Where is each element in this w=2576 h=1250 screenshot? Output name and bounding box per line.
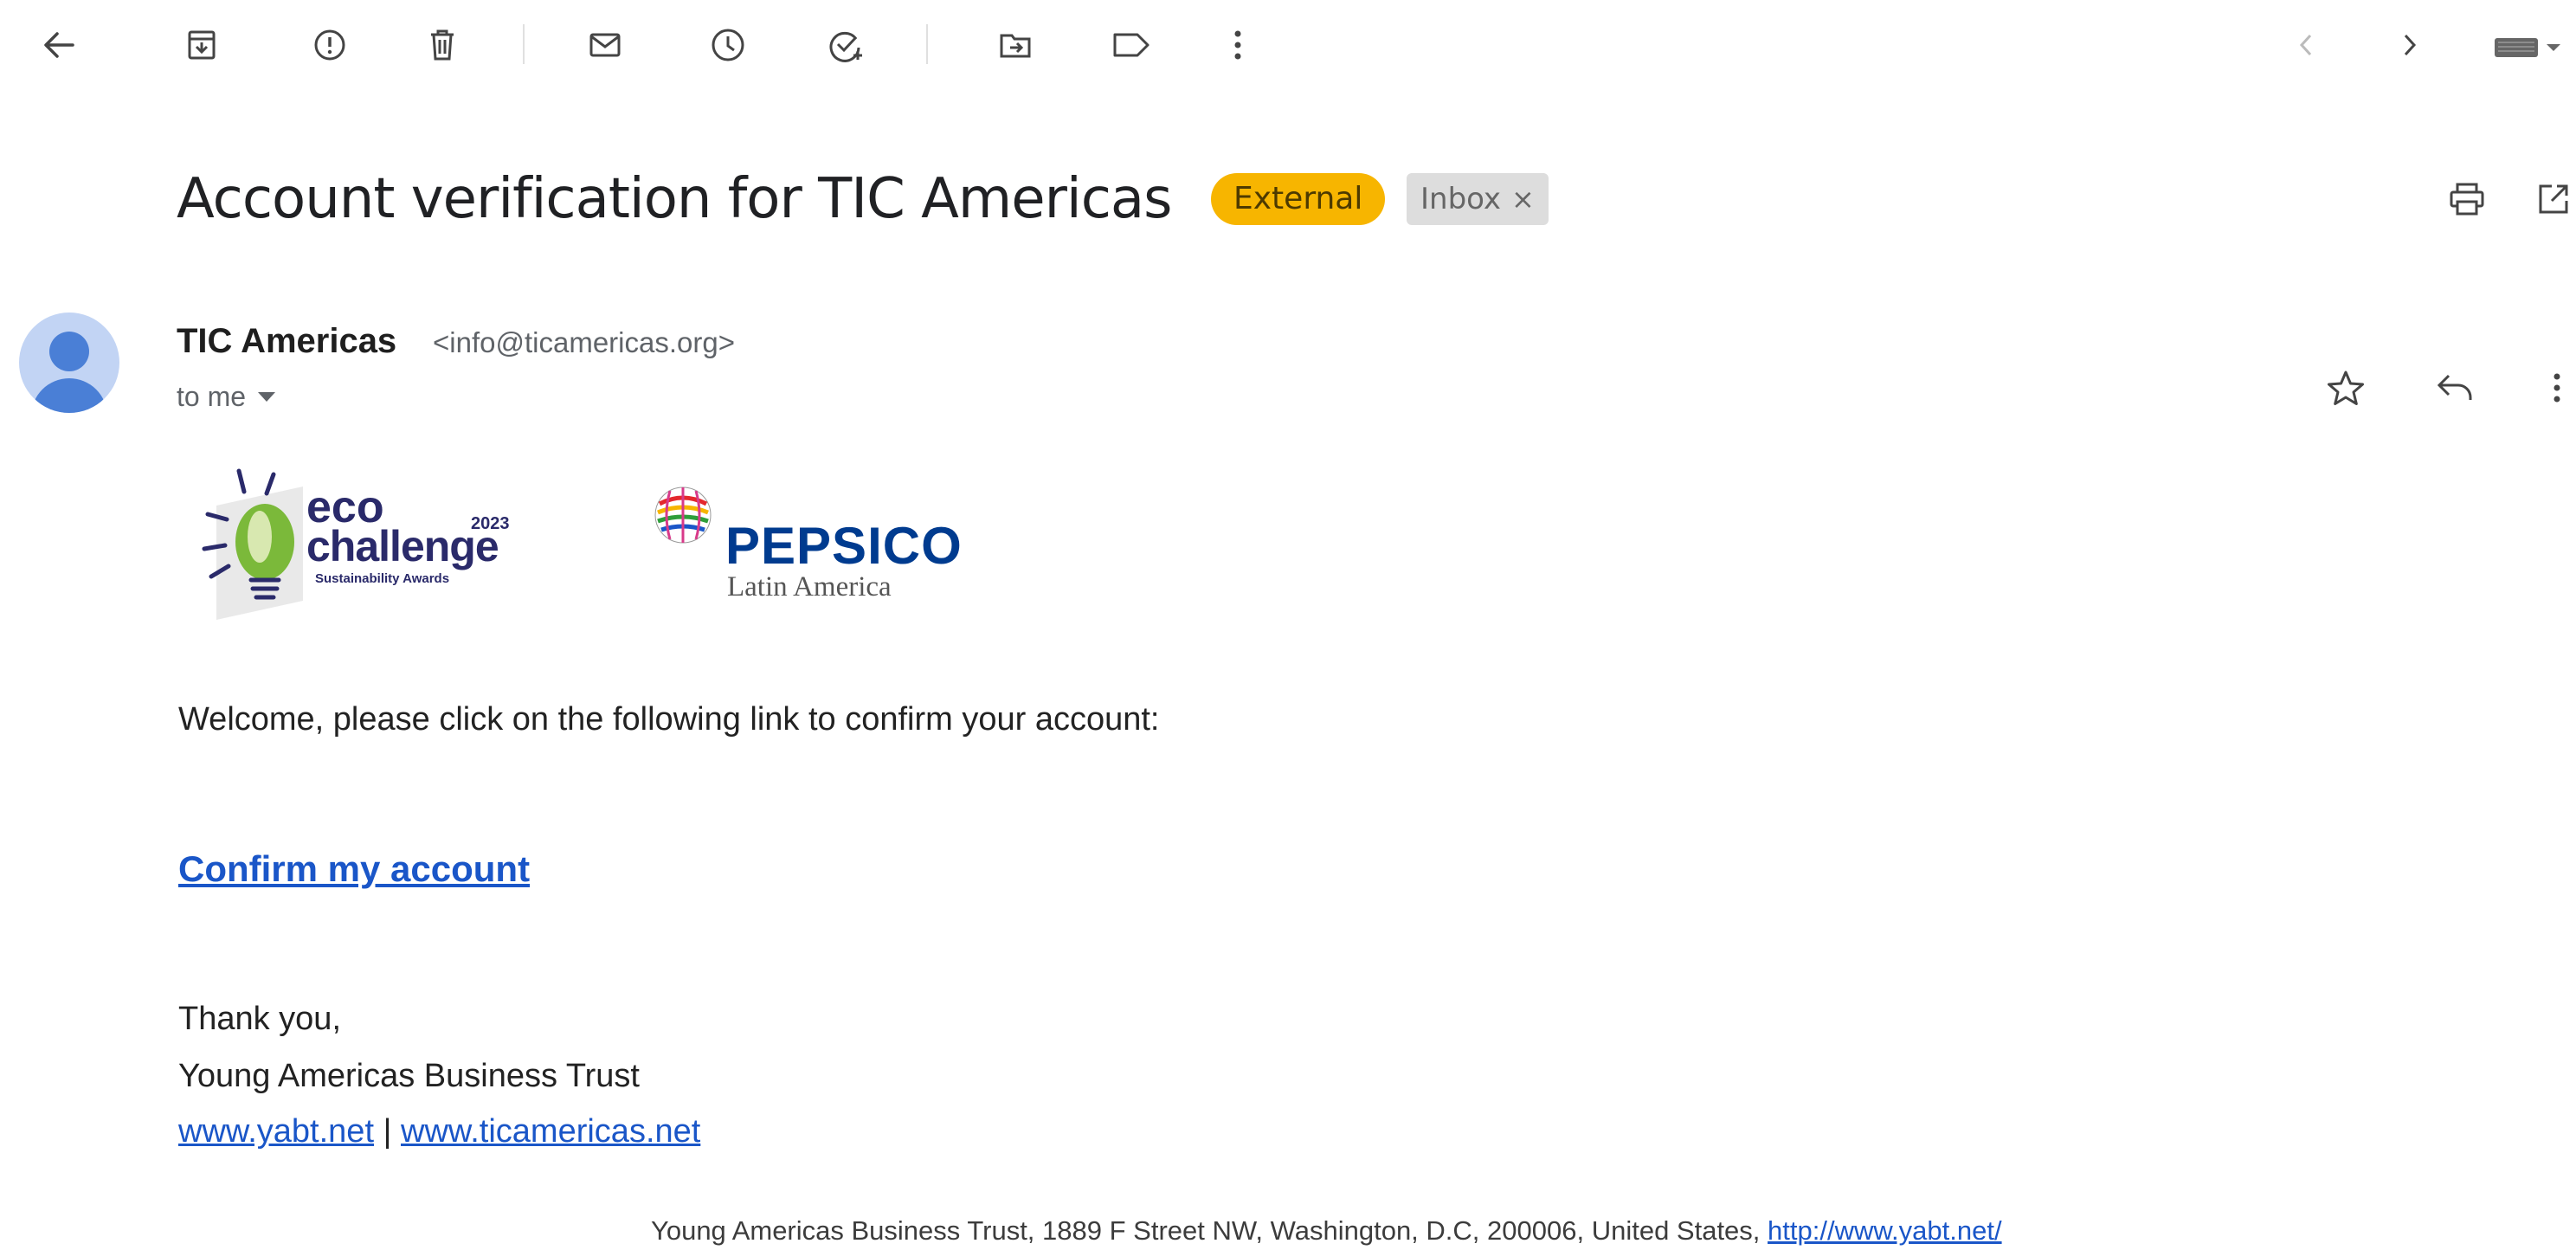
pepsico-logo-region: Latin America [727, 571, 892, 602]
move-to-icon[interactable] [985, 19, 1046, 71]
footer-address: Young Americas Business Trust, 1889 F St… [651, 1215, 2002, 1247]
ticamericas-link[interactable]: www.ticamericas.net [401, 1113, 700, 1150]
footer-url-link[interactable]: http://www.yabt.net/ [1768, 1215, 2002, 1246]
keyboard-icon[interactable] [2486, 23, 2569, 69]
eco-challenge-logo: eco 2023 challenge Sustainability Awards [190, 462, 519, 623]
prev-icon[interactable] [2282, 19, 2330, 71]
avatar [19, 312, 119, 413]
signature-org: Young Americas Business Trust [178, 1058, 640, 1094]
footer-address-text: Young Americas Business Trust, 1889 F St… [651, 1215, 1761, 1246]
back-arrow-icon[interactable] [24, 19, 93, 71]
toolbar-divider [926, 24, 928, 64]
external-label-chip: External [1211, 173, 1386, 225]
recipient-label: to me [177, 381, 247, 412]
toolbar-divider [523, 24, 525, 64]
more-vert-icon[interactable] [2538, 362, 2576, 414]
more-vert-icon[interactable] [1214, 19, 1262, 71]
external-label-text: External [1233, 181, 1363, 216]
sender-email: <info@ticamericas.org> [433, 326, 735, 358]
add-task-icon[interactable] [815, 19, 876, 71]
inbox-label-chip[interactable]: Inbox × [1407, 173, 1549, 225]
archive-icon[interactable] [171, 19, 232, 71]
print-icon[interactable] [2439, 171, 2495, 227]
delete-icon[interactable] [412, 19, 473, 71]
eco-logo-tagline: Sustainability Awards [315, 571, 450, 586]
star-icon[interactable] [2320, 362, 2372, 414]
thanks-text: Thank you, [178, 1001, 341, 1037]
remove-label-button[interactable]: × [1511, 183, 1535, 216]
welcome-text: Welcome, please click on the following l… [178, 701, 1160, 738]
mark-unread-icon[interactable] [575, 19, 635, 71]
sender-name[interactable]: TIC Americas [177, 322, 396, 361]
reply-icon[interactable] [2429, 362, 2481, 414]
inbox-label-text: Inbox [1420, 182, 1502, 216]
email-subject: Account verification for TIC Americas [177, 167, 1172, 231]
confirm-account-link[interactable]: Confirm my account [178, 848, 530, 890]
eco-logo-line2: challenge [306, 522, 499, 570]
signature-links: www.yabt.net | www.ticamericas.net [178, 1113, 700, 1150]
snooze-icon[interactable] [698, 19, 758, 71]
next-icon[interactable] [2386, 19, 2434, 71]
report-spam-icon[interactable] [299, 19, 360, 71]
pepsico-logo-text: PEPSICO [725, 517, 963, 575]
chevron-down-icon [258, 392, 276, 402]
yabt-link[interactable]: www.yabt.net [178, 1113, 374, 1150]
pepsico-globe-logo [651, 483, 715, 547]
label-icon[interactable] [1101, 19, 1162, 71]
link-divider: | [383, 1113, 392, 1150]
recipient-details-toggle[interactable]: to me [177, 381, 276, 413]
open-in-new-window-icon[interactable] [2531, 171, 2576, 227]
